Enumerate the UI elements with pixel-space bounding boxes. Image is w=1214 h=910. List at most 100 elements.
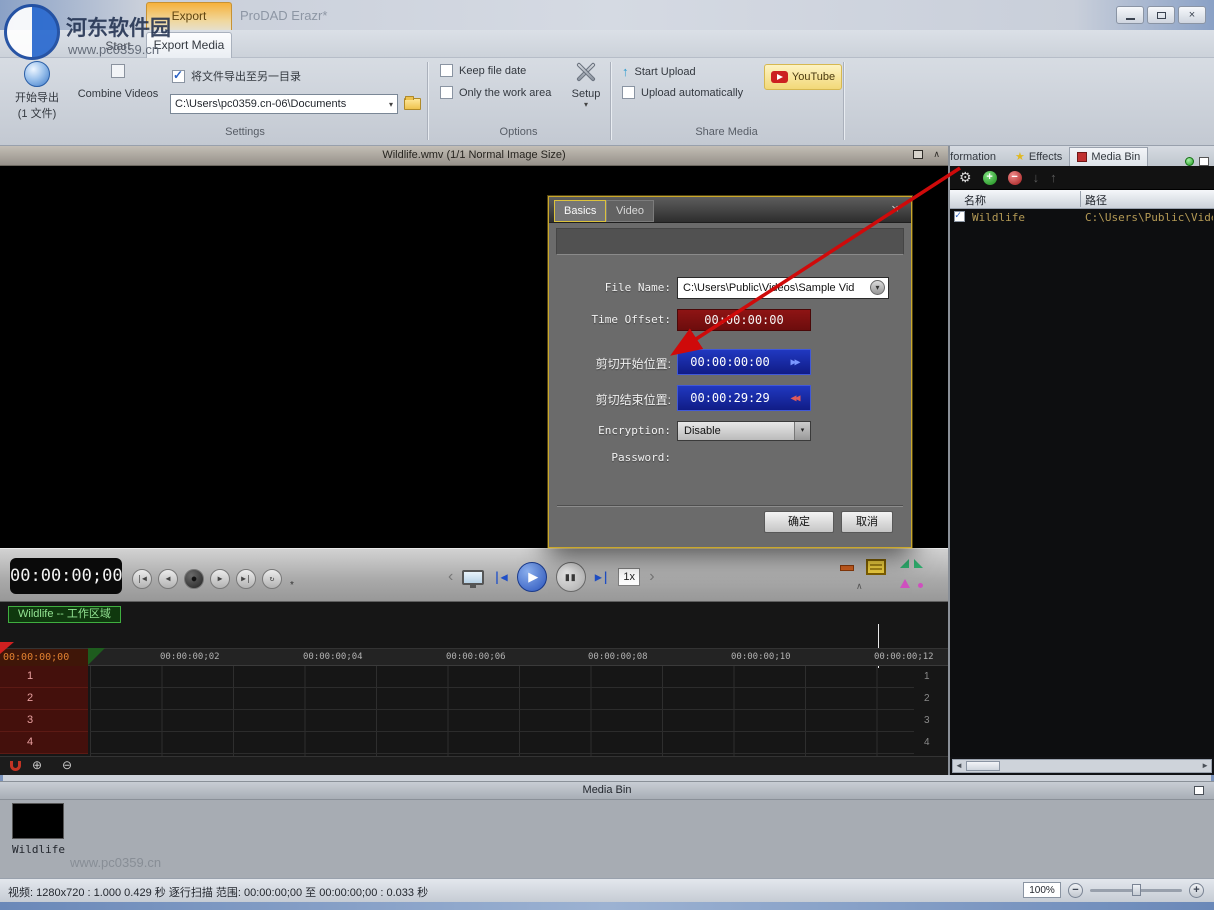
move-down-icon[interactable]: ↓ xyxy=(1033,170,1040,185)
set-cut-start-icon[interactable]: ▶▶ xyxy=(782,357,810,368)
browse-folder-button[interactable] xyxy=(402,95,422,113)
column-divider[interactable] xyxy=(1080,191,1081,207)
track-header[interactable]: 2 xyxy=(0,688,88,710)
set-cut-end-icon[interactable]: ◀◀ xyxy=(782,393,810,404)
ok-button[interactable]: 确定 xyxy=(764,511,834,533)
goto-start-button[interactable]: |◀ xyxy=(493,570,507,584)
tab-start[interactable]: Start xyxy=(92,35,144,57)
column-path[interactable]: 路径 xyxy=(1085,192,1107,208)
zoom-slider[interactable] xyxy=(1090,883,1182,897)
zoom-out-icon[interactable]: ⊖ xyxy=(62,758,72,772)
timeline-grid[interactable] xyxy=(90,666,914,756)
keyframe-display-icon[interactable] xyxy=(866,559,886,575)
horizontal-scrollbar[interactable]: ◄ ► xyxy=(952,759,1212,773)
track-header[interactable]: 1 xyxy=(0,666,88,688)
track-header[interactable]: 3 xyxy=(0,710,88,732)
zoom-level[interactable]: 100% xyxy=(1023,882,1061,898)
step-back-button[interactable]: ◀ xyxy=(158,569,178,589)
only-work-area-row[interactable]: Only the work area xyxy=(440,86,551,99)
caret-up-icon[interactable]: ∧ xyxy=(856,581,863,592)
work-area-marker[interactable] xyxy=(88,648,105,665)
start-upload-button[interactable]: ↑ Start Upload xyxy=(622,64,696,79)
tab-information[interactable]: Information xyxy=(950,147,1008,166)
magenta-dot-icon[interactable] xyxy=(918,583,923,588)
cut-end-value[interactable]: 00:00:29:29 xyxy=(678,391,782,405)
playhead-marker[interactable] xyxy=(0,642,14,654)
monitor-icon[interactable] xyxy=(462,570,484,585)
panel-restore-icon[interactable] xyxy=(1199,157,1209,166)
preview-restore-icon[interactable] xyxy=(913,150,923,159)
record-button[interactable]: ● xyxy=(184,569,204,589)
upload-automatically-checkbox[interactable] xyxy=(622,86,635,99)
media-thumbnail[interactable] xyxy=(12,803,64,839)
encryption-dropdown[interactable]: Disable ▾ xyxy=(677,421,811,441)
chevron-down-icon: ▾ xyxy=(794,422,810,440)
loop-button[interactable]: ↻ xyxy=(262,569,282,589)
scroll-right-icon[interactable]: ► xyxy=(1201,761,1209,770)
cut-start-field[interactable]: 00:00:00:00 ▶▶ xyxy=(677,349,811,375)
scrollbar-thumb[interactable] xyxy=(966,761,1000,771)
cut-end-field[interactable]: 00:00:29:29 ◀◀ xyxy=(677,385,811,411)
tab-media-bin[interactable]: Media Bin xyxy=(1069,147,1148,166)
play-button[interactable]: ▶ xyxy=(517,562,547,592)
remove-media-button[interactable]: − xyxy=(1008,171,1022,185)
export-dir-checkbox-row[interactable]: ✓ 将文件导出至另一目录 xyxy=(172,68,301,84)
timeline-footer: ⊕ ⊖ xyxy=(0,756,948,775)
move-up-icon[interactable]: ↑ xyxy=(1050,170,1057,185)
zoom-in-icon[interactable]: ⊕ xyxy=(32,758,42,772)
only-work-area-checkbox[interactable] xyxy=(440,86,453,99)
dialog-close-button[interactable]: × xyxy=(887,201,903,217)
ribbon-context-tab-export[interactable]: Export xyxy=(146,2,232,30)
pause-button[interactable]: ▮▮ xyxy=(556,562,586,592)
tab-export-media[interactable]: Export Media xyxy=(146,32,232,58)
export-dir-checkbox[interactable]: ✓ xyxy=(172,70,185,83)
media-bin-restore-icon[interactable] xyxy=(1194,786,1204,795)
minimize-button[interactable] xyxy=(1116,6,1144,24)
maximize-button[interactable] xyxy=(1147,6,1175,24)
orange-marker-icon[interactable] xyxy=(840,565,854,571)
column-name[interactable]: 名称 xyxy=(964,192,986,208)
keep-file-date-checkbox[interactable] xyxy=(440,64,453,77)
close-button[interactable]: × xyxy=(1178,6,1206,24)
chevron-right-icon[interactable]: › xyxy=(649,568,654,586)
speed-button[interactable]: 1x xyxy=(618,568,640,586)
dialog-tab-basics[interactable]: Basics xyxy=(554,200,606,222)
combine-videos-button[interactable]: Combine Videos xyxy=(72,60,164,124)
media-row-checkbox[interactable]: ✓ xyxy=(954,211,965,222)
timeline-ruler[interactable]: 00:00:00;00 00:00:00;02 00:00:00;04 00:0… xyxy=(0,648,948,666)
step-forward-button[interactable]: ▶ xyxy=(210,569,230,589)
skip-start-button[interactable]: |◀ xyxy=(132,569,152,589)
export-path-dropdown[interactable]: C:\Users\pc0359.cn-06\Documents ▾ xyxy=(170,94,398,114)
media-bin-header[interactable]: Media Bin xyxy=(0,781,1214,800)
upload-automatically-row[interactable]: Upload automatically xyxy=(622,86,743,99)
effects-star-icon: ★ xyxy=(1015,148,1025,166)
gear-icon[interactable]: ⚙ xyxy=(959,169,972,186)
zoom-out-button[interactable]: − xyxy=(1068,883,1083,898)
goto-end-button[interactable]: ▶| xyxy=(595,570,609,584)
green-triangle-icon[interactable] xyxy=(900,559,909,568)
cancel-button[interactable]: 取消 xyxy=(841,511,893,533)
scroll-left-icon[interactable]: ◄ xyxy=(955,761,963,770)
cut-start-value[interactable]: 00:00:00:00 xyxy=(678,355,782,369)
media-list-row[interactable]: ✓ Wildlife C:\Users\Public\Video xyxy=(950,209,1214,226)
magnet-icon[interactable] xyxy=(10,761,21,771)
time-offset-field[interactable]: 00:00:00:00 xyxy=(677,309,811,331)
tab-effects[interactable]: ★ Effects xyxy=(1008,147,1069,166)
zoom-in-button[interactable]: + xyxy=(1189,883,1204,898)
keep-file-date-row[interactable]: Keep file date xyxy=(440,64,526,77)
preview-collapse-icon[interactable]: ∧ xyxy=(933,150,940,159)
magenta-triangle-icon[interactable] xyxy=(900,579,910,588)
setup-button[interactable]: Setup ▾ xyxy=(562,58,610,126)
dialog-tab-video[interactable]: Video xyxy=(606,200,654,222)
work-area-label[interactable]: Wildlife -- 工作区域 xyxy=(8,606,121,623)
chevron-down-icon[interactable]: ▾ xyxy=(870,280,885,295)
add-media-button[interactable]: + xyxy=(983,171,997,185)
zoom-slider-thumb[interactable] xyxy=(1132,884,1141,896)
skip-end-button[interactable]: ▶| xyxy=(236,569,256,589)
green-triangle-icon[interactable] xyxy=(914,559,923,568)
track-header[interactable]: 4 xyxy=(0,732,88,754)
chevron-left-icon[interactable]: ‹ xyxy=(448,568,453,586)
start-export-button[interactable]: 开始导出 (1 文件) xyxy=(8,60,66,124)
file-name-dropdown[interactable]: C:\Users\Public\Videos\Sample Vid xyxy=(677,277,889,299)
youtube-button[interactable]: YouTube xyxy=(764,64,842,90)
